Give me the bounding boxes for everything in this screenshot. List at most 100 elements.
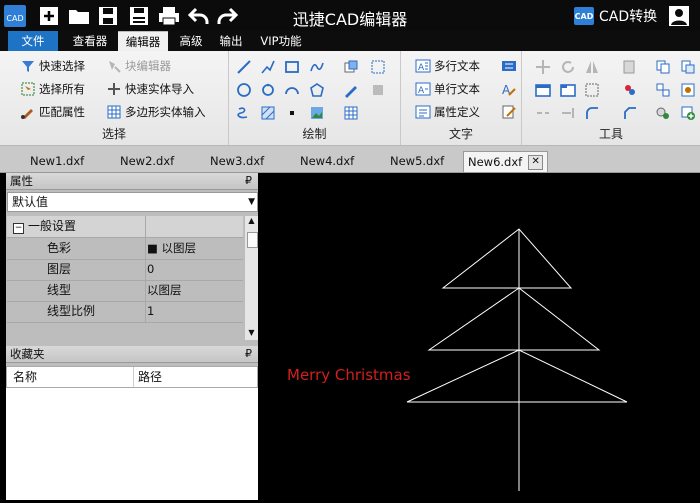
image-icon[interactable]	[309, 105, 325, 121]
scroll-down-icon[interactable]: ▼	[245, 328, 258, 340]
plus-move-icon	[106, 81, 122, 97]
line-icon[interactable]	[236, 59, 252, 75]
doc-tab-new5[interactable]: New5.dxf	[390, 151, 444, 171]
properties-icon[interactable]	[655, 105, 671, 121]
doc-tab-new2[interactable]: New2.dxf	[120, 151, 174, 171]
extend-icon[interactable]	[560, 105, 576, 121]
stretch-icon[interactable]	[584, 82, 600, 98]
mirror-icon[interactable]	[584, 59, 600, 75]
property-row[interactable]: 线型比例 1	[7, 301, 243, 323]
drawing-canvas[interactable]	[262, 173, 700, 500]
property-row[interactable]: 图层 0	[7, 259, 243, 281]
group-icon[interactable]	[655, 82, 671, 98]
viewport-icon[interactable]	[560, 82, 576, 98]
property-scrollbar[interactable]: ▲ ▼	[244, 216, 258, 340]
rectangle-icon[interactable]	[284, 59, 300, 75]
doc-tab-new4[interactable]: New4.dxf	[300, 151, 354, 171]
ellipse-icon[interactable]	[260, 82, 276, 98]
close-icon[interactable]: ✕	[528, 155, 544, 170]
property-value[interactable]: ■ 以图层	[147, 238, 196, 259]
copy-icon[interactable]	[655, 59, 671, 75]
property-selector-value: 默认值	[12, 195, 49, 209]
draw-group: 绘制	[229, 51, 401, 145]
polygon-icon[interactable]	[309, 82, 325, 98]
point-icon[interactable]	[284, 105, 300, 121]
column-path[interactable]: 路径	[138, 367, 162, 387]
column-name[interactable]: 名称	[13, 367, 37, 387]
property-value[interactable]: 1	[147, 301, 154, 322]
layer-dropdown-icon[interactable]	[622, 59, 638, 75]
single-line-text-button[interactable]: A 单行文本	[415, 80, 480, 98]
favorites-list[interactable]: 名称 路径	[6, 366, 258, 500]
doc-tab-new1[interactable]: New1.dxf	[30, 151, 84, 171]
category-row[interactable]: − 一般设置	[7, 216, 243, 238]
match-properties-button[interactable]: 匹配属性	[20, 103, 85, 121]
explode-icon[interactable]	[680, 82, 696, 98]
text-style-icon[interactable]	[501, 58, 517, 74]
text-edit-icon[interactable]: A	[501, 81, 517, 97]
scroll-thumb[interactable]	[247, 232, 258, 248]
arc-icon[interactable]	[284, 82, 300, 98]
add-icon[interactable]	[680, 105, 696, 121]
hatch-dropdown-icon[interactable]	[370, 59, 386, 75]
collapse-icon[interactable]: −	[13, 223, 24, 234]
block-editor-icon	[106, 58, 122, 74]
polygon-entity-input-button[interactable]: 多边形实体输入	[106, 103, 206, 121]
text-pen-icon[interactable]	[501, 104, 517, 120]
canvas-text[interactable]: Merry Christmas	[287, 366, 411, 384]
color-dropdown-icon[interactable]	[622, 82, 638, 98]
cad-convert-label: CAD转换	[599, 9, 658, 25]
paste-icon[interactable]	[680, 59, 696, 75]
rotate-icon[interactable]	[560, 59, 576, 75]
cad-convert-button[interactable]: CAD CAD转换	[574, 4, 657, 28]
chevron-down-icon: ▼	[248, 197, 255, 207]
block-editor-button[interactable]: 块编辑器	[106, 57, 171, 75]
property-name: 图层	[7, 259, 146, 280]
property-value[interactable]: 0	[147, 259, 154, 280]
tab-vip[interactable]: VIP功能	[254, 31, 308, 51]
tab-file[interactable]: 文件	[8, 31, 58, 51]
tree-middle-triangle	[427, 287, 601, 351]
user-icon[interactable]	[668, 5, 690, 27]
multiline-text-button[interactable]: A 多行文本	[415, 57, 480, 75]
property-row[interactable]: 色彩 ■ 以图层	[7, 238, 243, 260]
property-value[interactable]: 以图层	[147, 280, 182, 301]
attribute-definition-button[interactable]: 属性定义	[415, 103, 480, 121]
helix-icon[interactable]	[236, 105, 252, 121]
trim-icon[interactable]	[535, 105, 551, 121]
quick-select-button[interactable]: 快速选择	[20, 57, 85, 75]
spline-icon[interactable]	[309, 59, 325, 75]
scroll-up-icon[interactable]: ▲	[245, 216, 258, 228]
pin-icon[interactable]: ₽	[245, 173, 252, 189]
menu-tab-bar: 文件 查看器 编辑器 高级 输出 VIP功能	[0, 31, 700, 52]
tab-editor[interactable]: 编辑器	[118, 31, 168, 52]
tab-output[interactable]: 输出	[214, 31, 248, 51]
doc-tab-new6[interactable]: New6.dxf ✕	[463, 151, 549, 172]
hatch-icon[interactable]	[260, 105, 276, 121]
text-group: A 多行文本 A 单行文本 A 属性定义 文字	[401, 51, 522, 145]
left-panel: 属性 ₽ 默认值 ▼ − 一般设置 色彩 ■ 以图层 图层 0 线型 以图层 线型…	[6, 173, 258, 500]
property-selector[interactable]: 默认值 ▼	[7, 192, 258, 212]
chamfer-icon[interactable]	[622, 105, 638, 121]
tab-advanced[interactable]: 高级	[174, 31, 208, 51]
quick-entity-import-button[interactable]: 快速实体导入	[106, 80, 194, 98]
property-row[interactable]: 线型 以图层	[7, 280, 243, 302]
document-tab-bar: New1.dxf New2.dxf New3.dxf New4.dxf New5…	[0, 146, 700, 173]
select-all-button[interactable]: 选择所有	[20, 80, 85, 98]
insert-block-icon[interactable]	[343, 59, 359, 75]
pen-icon[interactable]	[343, 82, 359, 98]
circle-icon[interactable]	[236, 82, 252, 98]
table-icon[interactable]	[343, 105, 359, 121]
move-icon[interactable]	[535, 59, 551, 75]
select-group: 快速选择 块编辑器 选择所有 快速实体导入 匹配属性 多边形实体输入 选择	[0, 51, 229, 145]
region-icon[interactable]	[370, 82, 386, 98]
pin-icon[interactable]: ₽	[245, 346, 252, 362]
svg-text:A: A	[418, 86, 425, 96]
tab-viewer[interactable]: 查看器	[66, 31, 114, 51]
svg-text:A: A	[418, 63, 425, 73]
quick-select-icon	[20, 58, 36, 74]
polyline-icon[interactable]	[260, 59, 276, 75]
window-icon[interactable]	[535, 82, 551, 98]
fillet-icon[interactable]	[584, 105, 600, 121]
doc-tab-new3[interactable]: New3.dxf	[210, 151, 264, 171]
